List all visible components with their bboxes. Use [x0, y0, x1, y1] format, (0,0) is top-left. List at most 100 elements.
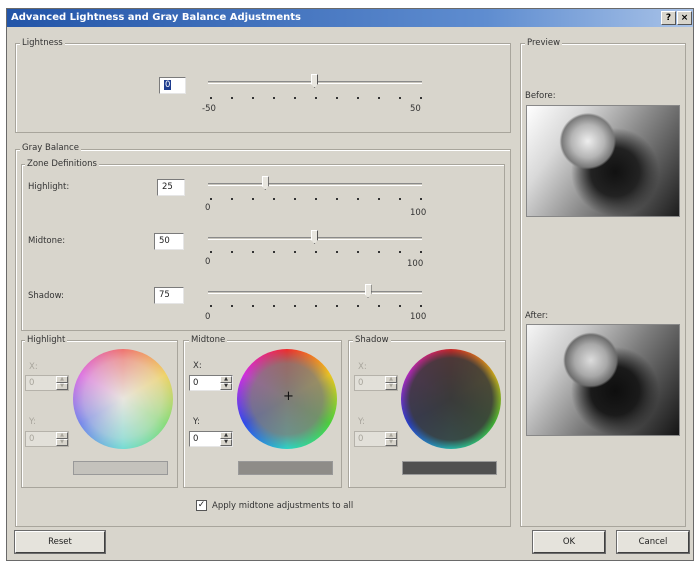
apply-all-checkbox[interactable]: ✓	[196, 500, 207, 511]
slider-tick	[273, 198, 275, 200]
spin-up-icon: ▲	[56, 432, 68, 439]
close-button[interactable]: ×	[677, 11, 692, 25]
slider-tick	[210, 251, 212, 253]
slider-tick	[420, 198, 422, 200]
slider-tick	[273, 305, 275, 307]
midtone-max-label: 100	[407, 259, 424, 269]
after-preview-image	[526, 324, 680, 436]
spin-down-icon[interactable]: ▼	[220, 383, 232, 390]
shadow-slider-track[interactable]	[208, 291, 422, 294]
lightness-group	[15, 43, 511, 133]
before-preview-image	[526, 105, 680, 217]
spin-down-icon: ▼	[56, 383, 68, 390]
slider-tick	[231, 97, 233, 99]
apply-all-label[interactable]: Apply midtone adjustments to all	[212, 501, 353, 511]
spin-down-icon: ▼	[385, 383, 397, 390]
lightness-input[interactable]: 0	[159, 77, 186, 94]
window-title: Advanced Lightness and Gray Balance Adju…	[11, 12, 301, 23]
midtone-min-label: 0	[205, 257, 211, 267]
zone-definitions-group	[21, 164, 505, 331]
slider-tick	[378, 251, 380, 253]
slider-tick	[273, 97, 275, 99]
midtone-zone-input[interactable]: 50	[154, 233, 184, 250]
after-label: After:	[525, 311, 549, 321]
highlight-color-wheel	[73, 349, 173, 449]
shadow-zone-input[interactable]: 75	[154, 287, 184, 304]
midtone-wheel-label: Midtone	[189, 335, 228, 345]
slider-tick	[294, 97, 296, 99]
slider-tick	[231, 251, 233, 253]
slider-tick	[399, 198, 401, 200]
gray-balance-group-label: Gray Balance	[20, 143, 81, 153]
spin-down-icon[interactable]: ▼	[220, 439, 232, 446]
highlight-y-label: Y:	[29, 417, 36, 427]
slider-tick	[336, 251, 338, 253]
slider-tick	[420, 97, 422, 99]
midtone-x-value: 0	[193, 378, 199, 388]
slider-tick	[378, 97, 380, 99]
slider-tick	[336, 97, 338, 99]
reset-button[interactable]: Reset	[15, 531, 105, 553]
highlight-y-spinbox: 0 ▲ ▼	[25, 431, 69, 447]
midtone-y-spinbox[interactable]: 0 ▲ ▼	[189, 431, 233, 447]
shadow-zone-label: Shadow:	[28, 291, 64, 301]
highlight-swatch	[73, 461, 168, 475]
slider-tick	[357, 198, 359, 200]
slider-tick	[357, 97, 359, 99]
spin-down-icon: ▼	[385, 439, 397, 446]
lightness-min-label: -50	[202, 104, 216, 114]
spin-up-icon: ▲	[385, 376, 397, 383]
midtone-x-label: X:	[193, 361, 202, 371]
shadow-y-label: Y:	[358, 417, 365, 427]
slider-tick	[336, 198, 338, 200]
lightness-value: 0	[164, 80, 172, 90]
spin-up-icon[interactable]: ▲	[220, 376, 232, 383]
highlight-max-label: 100	[410, 208, 427, 218]
title-bar: Advanced Lightness and Gray Balance Adju…	[7, 9, 693, 27]
highlight-min-label: 0	[205, 203, 211, 213]
highlight-slider-track[interactable]	[208, 183, 422, 186]
slider-tick	[210, 305, 212, 307]
slider-tick	[315, 97, 317, 99]
midtone-x-spinbox[interactable]: 0 ▲ ▼	[189, 375, 233, 391]
slider-tick	[357, 251, 359, 253]
ok-button[interactable]: OK	[533, 531, 605, 553]
shadow-x-value: 0	[358, 378, 364, 388]
preview-group-label: Preview	[525, 38, 563, 48]
midtone-y-value: 0	[193, 434, 199, 444]
zone-definitions-label: Zone Definitions	[25, 159, 99, 169]
shadow-swatch	[402, 461, 497, 475]
spin-up-icon: ▲	[56, 376, 68, 383]
help-button[interactable]: ?	[661, 11, 676, 25]
highlight-zone-label: Highlight:	[28, 182, 70, 192]
highlight-y-value: 0	[29, 434, 35, 444]
before-label: Before:	[525, 91, 556, 101]
shadow-y-value: 0	[358, 434, 364, 444]
slider-tick	[378, 198, 380, 200]
slider-tick	[399, 251, 401, 253]
crosshair-icon: +	[283, 389, 294, 404]
slider-tick	[420, 305, 422, 307]
shadow-color-wheel	[401, 349, 501, 449]
cancel-button[interactable]: Cancel	[617, 531, 689, 553]
dialog-window: Advanced Lightness and Gray Balance Adju…	[6, 8, 694, 561]
shadow-max-label: 100	[410, 312, 427, 322]
slider-tick	[399, 305, 401, 307]
highlight-zone-input[interactable]: 25	[157, 179, 185, 196]
slider-tick	[357, 305, 359, 307]
spin-up-icon[interactable]: ▲	[220, 432, 232, 439]
highlight-x-label: X:	[29, 362, 38, 372]
slider-tick	[420, 251, 422, 253]
lightness-max-label: 50	[410, 104, 421, 114]
slider-tick	[399, 97, 401, 99]
shadow-x-label: X:	[358, 362, 367, 372]
slider-tick	[294, 305, 296, 307]
slider-tick	[315, 305, 317, 307]
shadow-wheel-label: Shadow	[353, 335, 391, 345]
slider-tick	[378, 305, 380, 307]
lightness-group-label: Lightness	[20, 38, 65, 48]
slider-tick	[315, 251, 317, 253]
shadow-x-spinbox: 0 ▲ ▼	[354, 375, 398, 391]
slider-tick	[336, 305, 338, 307]
slider-tick	[210, 198, 212, 200]
